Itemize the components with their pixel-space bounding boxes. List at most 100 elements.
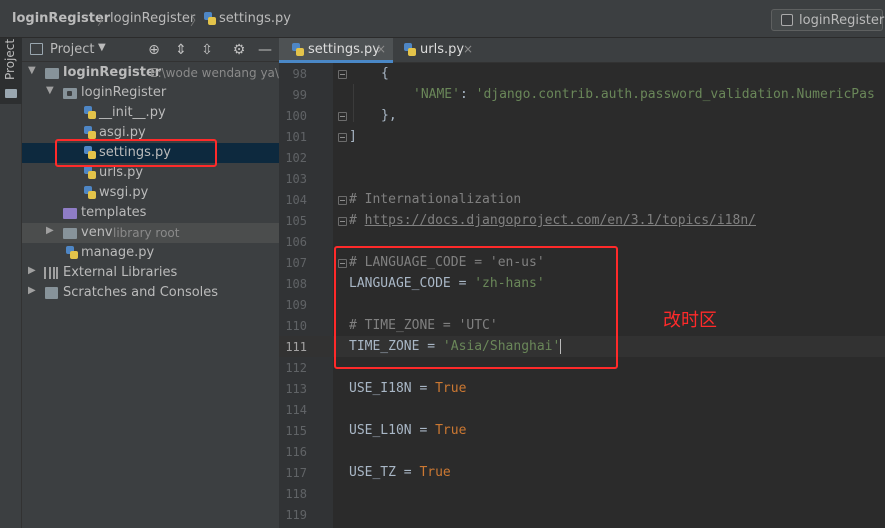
chevron-down-icon[interactable]: ▼: [98, 42, 106, 53]
fold-marker[interactable]: [338, 217, 347, 226]
breadcrumb-file[interactable]: settings.py: [219, 11, 291, 26]
line-number: 117: [285, 466, 307, 480]
fold-marker[interactable]: [338, 196, 347, 205]
annotation-label: 改时区: [663, 310, 717, 331]
code-token: {: [381, 66, 389, 81]
close-icon[interactable]: ×: [463, 42, 473, 56]
code-token: },: [381, 108, 397, 123]
line-number: 116: [285, 445, 307, 459]
tree-item-project-root[interactable]: ▼ loginRegister E:\wode wendang ya\: [22, 63, 279, 83]
breadcrumb-package[interactable]: loginRegister: [110, 11, 195, 26]
tab-label: settings.py: [308, 42, 380, 57]
tree-item-package[interactable]: ▼ loginRegister: [22, 83, 279, 103]
fold-marker[interactable]: [338, 133, 347, 142]
fold-marker[interactable]: [338, 112, 347, 121]
tree-item-label: Scratches and Consoles: [63, 285, 219, 300]
tree-item-hint: library root: [113, 226, 180, 240]
project-view-selector[interactable]: Project: [50, 42, 94, 57]
tree-item-label: External Libraries: [63, 265, 178, 280]
code-token-keyword: True: [419, 465, 451, 480]
code-comment-link[interactable]: https://docs.djangoproject.com/en/3.1/to…: [365, 213, 756, 228]
highlight-box-settings: [55, 139, 217, 167]
chevron-right-icon[interactable]: ▶: [28, 285, 36, 296]
code-token-keyword: True: [435, 381, 467, 396]
folder-icon: [63, 228, 77, 239]
tree-item-folder[interactable]: ▶ venv library root: [22, 223, 279, 243]
tree-item-file[interactable]: __init__.py: [22, 103, 279, 123]
line-number: 102: [285, 151, 307, 165]
line-number: 108: [285, 277, 307, 291]
project-tool-tab[interactable]: Project: [0, 38, 22, 104]
code-line: },: [381, 108, 397, 123]
gear-icon[interactable]: ⚙: [230, 41, 248, 59]
tab-urls[interactable]: urls.py ×: [393, 38, 475, 63]
line-number: 107: [285, 256, 307, 270]
line-number: 119: [285, 508, 307, 522]
code-token-string: 'django.contrib.auth.password_validation…: [475, 87, 875, 102]
tree-item-path: E:\wode wendang ya\: [150, 66, 279, 80]
tool-window-strip: Project: [0, 38, 22, 528]
close-icon[interactable]: ×: [376, 42, 386, 56]
line-number: 114: [285, 403, 307, 417]
code-line: USE_TZ = True: [349, 465, 451, 480]
tree-item-external-libraries[interactable]: ▶ External Libraries: [22, 263, 279, 283]
python-file-icon: [65, 246, 79, 260]
line-number: 98: [292, 67, 307, 81]
breadcrumb-separator: 〉: [190, 14, 204, 29]
folder-icon: [45, 68, 59, 79]
chevron-right-icon[interactable]: ▶: [28, 265, 36, 276]
tree-item-folder[interactable]: templates: [22, 203, 279, 223]
minimize-icon[interactable]: —: [256, 41, 274, 59]
tab-settings[interactable]: settings.py ×: [279, 38, 393, 63]
tree-item-label: asgi.py: [99, 125, 146, 140]
project-panel-header: Project ▼ ⊕ ⇕ ⇳ ⚙ —: [22, 38, 279, 62]
package-folder-icon: [63, 88, 77, 99]
line-number: 113: [285, 382, 307, 396]
chevron-down-icon[interactable]: ▼: [28, 65, 36, 76]
python-file-icon: [83, 126, 97, 140]
tab-label: urls.py: [420, 42, 465, 57]
project-view-icon: [30, 43, 43, 55]
folder-icon: [5, 89, 17, 98]
line-number: 112: [285, 361, 307, 375]
line-number: 115: [285, 424, 307, 438]
fold-marker[interactable]: [338, 70, 347, 79]
run-configuration-label: loginRegister: [799, 13, 885, 28]
code-line: USE_I18N = True: [349, 381, 466, 396]
line-number: 103: [285, 172, 307, 186]
tree-item-label: __init__.py: [99, 105, 166, 120]
line-number: 99: [292, 88, 307, 102]
highlight-box-timezone: [334, 246, 618, 369]
expand-all-icon[interactable]: ⇕: [172, 41, 190, 59]
tree-item-label: venv: [81, 225, 113, 240]
breadcrumb-separator: 〉: [97, 14, 111, 29]
breadcrumb-project[interactable]: loginRegister: [12, 11, 110, 26]
tree-item-label: loginRegister: [63, 65, 162, 80]
collapse-all-icon[interactable]: ⇳: [198, 41, 216, 59]
python-file-icon: [203, 12, 217, 26]
templates-folder-icon: [63, 208, 77, 219]
chevron-down-icon[interactable]: ▼: [46, 85, 54, 96]
editor-tabs: settings.py × urls.py ×: [279, 38, 885, 63]
chevron-right-icon[interactable]: ▶: [46, 225, 54, 236]
code-token-string: 'NAME': [413, 87, 460, 102]
tree-item-label: urls.py: [99, 165, 144, 180]
tree-item-scratches[interactable]: ▶ Scratches and Consoles: [22, 283, 279, 303]
project-tool-label: Project: [3, 38, 17, 80]
project-panel: Project ▼ ⊕ ⇕ ⇳ ⚙ — ▼ loginRegister E:\w…: [22, 38, 279, 528]
line-number: 100: [285, 109, 307, 123]
line-number-current: 111: [285, 340, 307, 354]
line-number: 104: [285, 193, 307, 207]
code-line: ]: [349, 129, 357, 144]
locate-file-icon[interactable]: ⊕: [145, 41, 163, 59]
tree-item-file[interactable]: manage.py: [22, 243, 279, 263]
code-line: # https://docs.djangoproject.com/en/3.1/…: [349, 213, 756, 228]
code-line: # Internationalization: [349, 192, 521, 207]
library-icon: [44, 267, 58, 279]
tree-item-file[interactable]: wsgi.py: [22, 183, 279, 203]
run-configuration-selector[interactable]: loginRegister: [771, 9, 885, 31]
code-token-comment: # Internationalization: [349, 192, 522, 207]
code-token: USE_L10N =: [349, 423, 436, 438]
code-token: :: [459, 87, 476, 102]
code-line: 'NAME': 'django.contrib.auth.password_va…: [413, 87, 875, 102]
